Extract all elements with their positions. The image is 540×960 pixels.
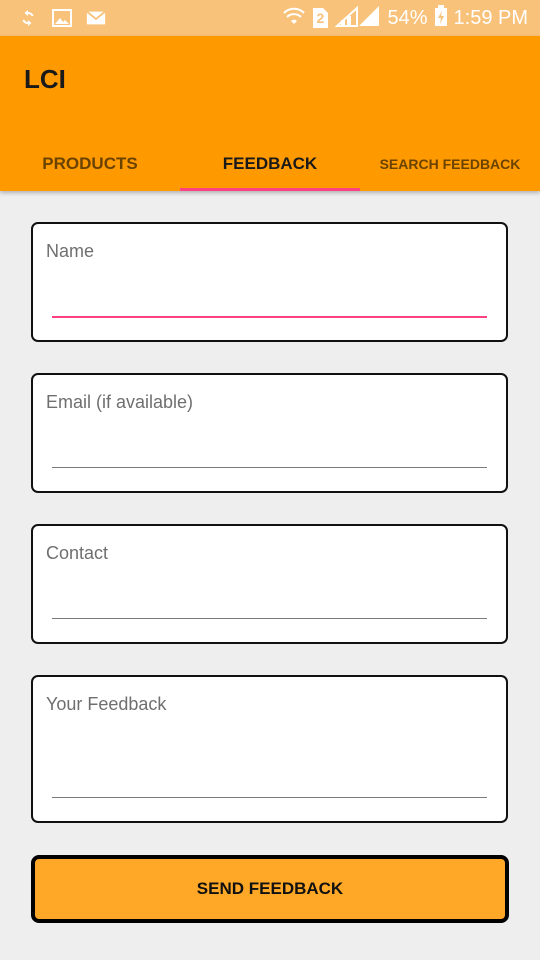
contact-label: Contact [46, 543, 109, 563]
sim-number: 2 [316, 10, 325, 26]
tab-search-feedback[interactable]: SEARCH FEEDBACK [360, 136, 540, 191]
app-bar: LCI PRODUCTS FEEDBACK SEARCH FEEDBACK [0, 36, 540, 191]
sim-icon: 2 [311, 7, 329, 29]
status-right-icons: 2 54% 1:59 PM [283, 4, 528, 32]
tab-feedback-label: FEEDBACK [222, 153, 318, 173]
contact-underline [52, 618, 487, 619]
status-left-icons [18, 8, 106, 28]
name-field[interactable]: Name [31, 222, 508, 342]
tab-products-label: PRODUCTS [42, 153, 138, 173]
tab-feedback[interactable]: FEEDBACK [180, 136, 360, 191]
tab-products[interactable]: PRODUCTS [0, 136, 180, 191]
clock: 1:59 PM [453, 6, 528, 29]
battery-percent: 54% [387, 6, 428, 29]
feedback-underline [52, 797, 487, 798]
contact-input[interactable] [52, 584, 487, 614]
email-input[interactable] [52, 433, 487, 463]
send-feedback-button[interactable]: SEND FEEDBACK [31, 855, 509, 923]
email-underline [52, 467, 487, 468]
feedback-input[interactable] [52, 763, 487, 793]
battery-charging-icon [434, 4, 448, 32]
email-label: Email (if available) [46, 392, 194, 412]
mail-icon [86, 8, 106, 28]
status-bar: 2 54% 1:59 PM [0, 0, 540, 36]
name-underline [52, 316, 487, 318]
active-tab-indicator [180, 188, 360, 191]
send-feedback-label: SEND FEEDBACK [196, 879, 344, 898]
app-title: LCI [24, 64, 66, 94]
contact-field[interactable]: Contact [31, 524, 508, 644]
signal-icon [334, 4, 381, 33]
tab-bar: PRODUCTS FEEDBACK SEARCH FEEDBACK [0, 136, 540, 191]
gallery-icon [52, 8, 72, 28]
email-field[interactable]: Email (if available) [31, 373, 508, 493]
feedback-label: Your Feedback [46, 694, 167, 714]
name-label: Name [46, 241, 95, 261]
feedback-field[interactable]: Your Feedback [31, 675, 508, 823]
tab-search-feedback-label: SEARCH FEEDBACK [379, 155, 521, 172]
sync-icon [18, 8, 38, 28]
wifi-icon [283, 5, 306, 32]
name-input[interactable] [52, 282, 487, 312]
